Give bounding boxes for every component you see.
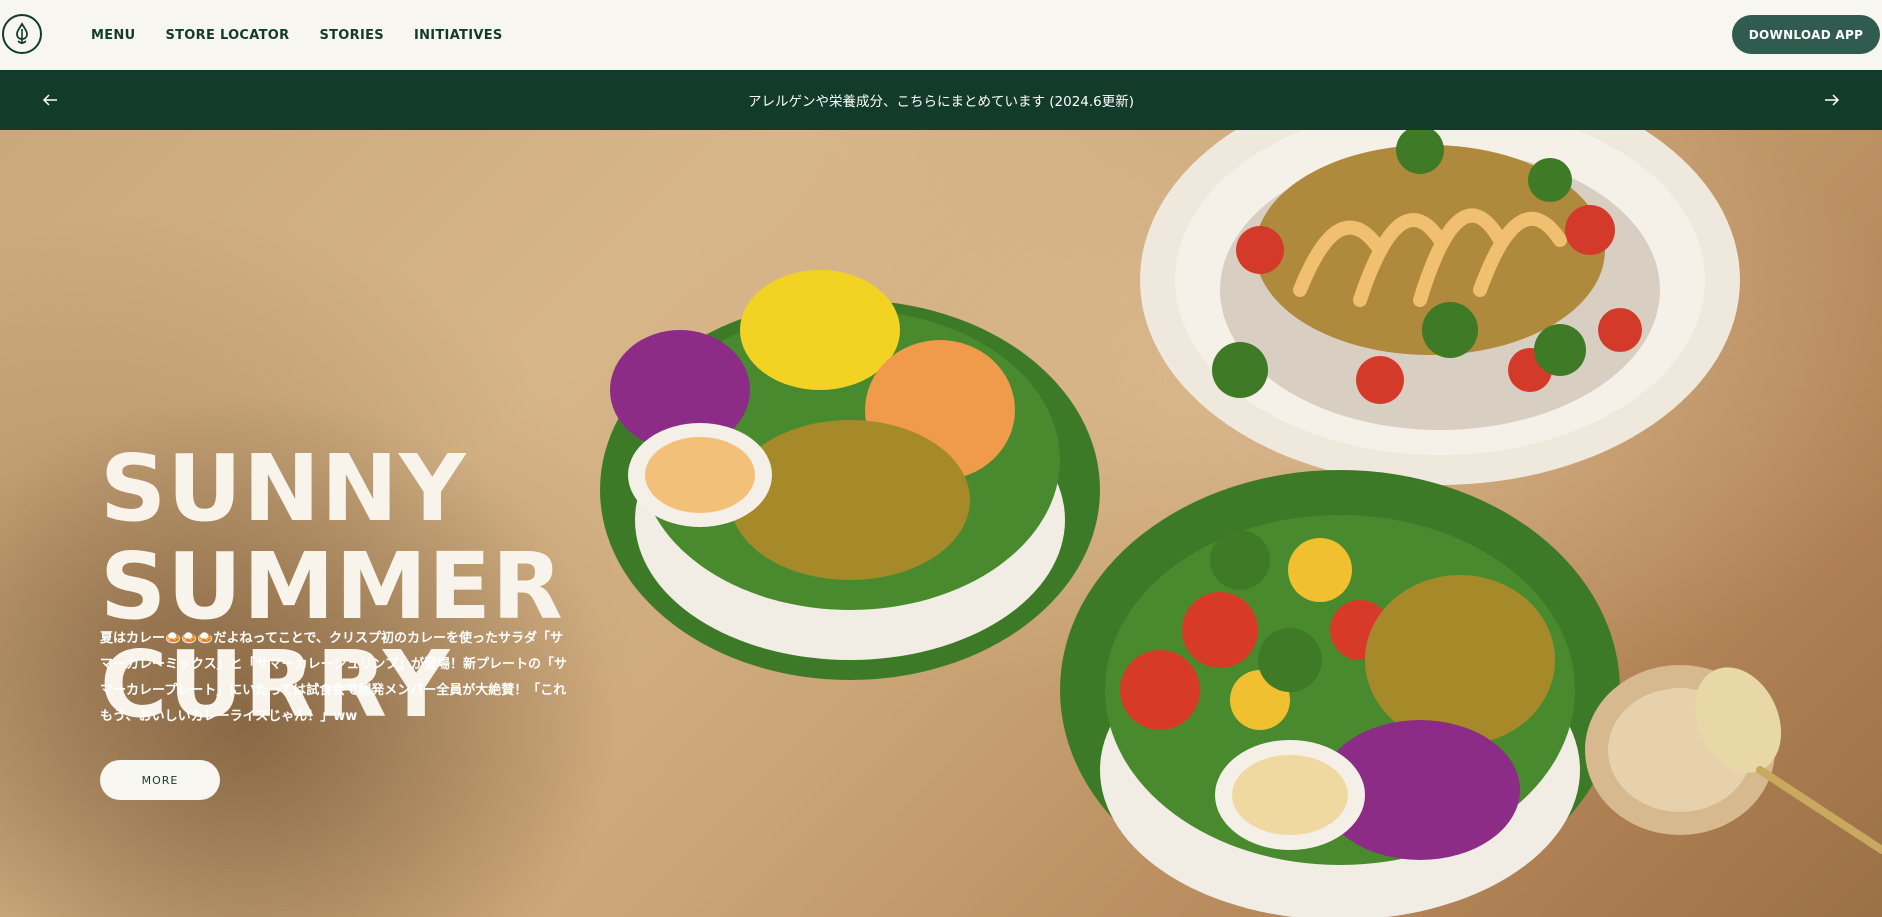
site-header: MENU STORE LOCATOR STORIES INITIATIVES D… <box>0 0 1882 70</box>
more-button[interactable]: MORE <box>100 760 220 800</box>
curry-salad-bowls-image <box>600 130 1882 917</box>
hero-description: 夏はカレー🍛🍛🍛だよねってことで、クリスプ初のカレーを使ったサラダ「サマーカレー… <box>100 631 567 724</box>
announcement-bar: アレルゲンや栄養成分、こちらにまとめています (2024.6更新) <box>0 70 1882 130</box>
nav-stories[interactable]: STORIES <box>319 28 383 43</box>
arrow-right-icon[interactable] <box>1812 70 1852 130</box>
main-nav: MENU STORE LOCATOR STORIES INITIATIVES <box>91 0 503 70</box>
nav-store-locator[interactable]: STORE LOCATOR <box>165 28 289 43</box>
leaf-drop-logo-icon[interactable] <box>2 14 42 54</box>
announcement-link[interactable]: アレルゲンや栄養成分、こちらにまとめています (2024.6更新) <box>748 90 1134 110</box>
nav-initiatives[interactable]: INITIATIVES <box>414 28 503 43</box>
hero-title-line: SUMMER <box>100 533 564 640</box>
arrow-left-icon[interactable] <box>30 70 70 130</box>
nav-menu[interactable]: MENU <box>91 28 135 43</box>
hero-banner: SUNNY SUMMER CURRY <box>0 130 1882 917</box>
download-app-button[interactable]: DOWNLOAD APP <box>1732 15 1880 54</box>
hero-title-line: SUNNY <box>100 435 467 542</box>
